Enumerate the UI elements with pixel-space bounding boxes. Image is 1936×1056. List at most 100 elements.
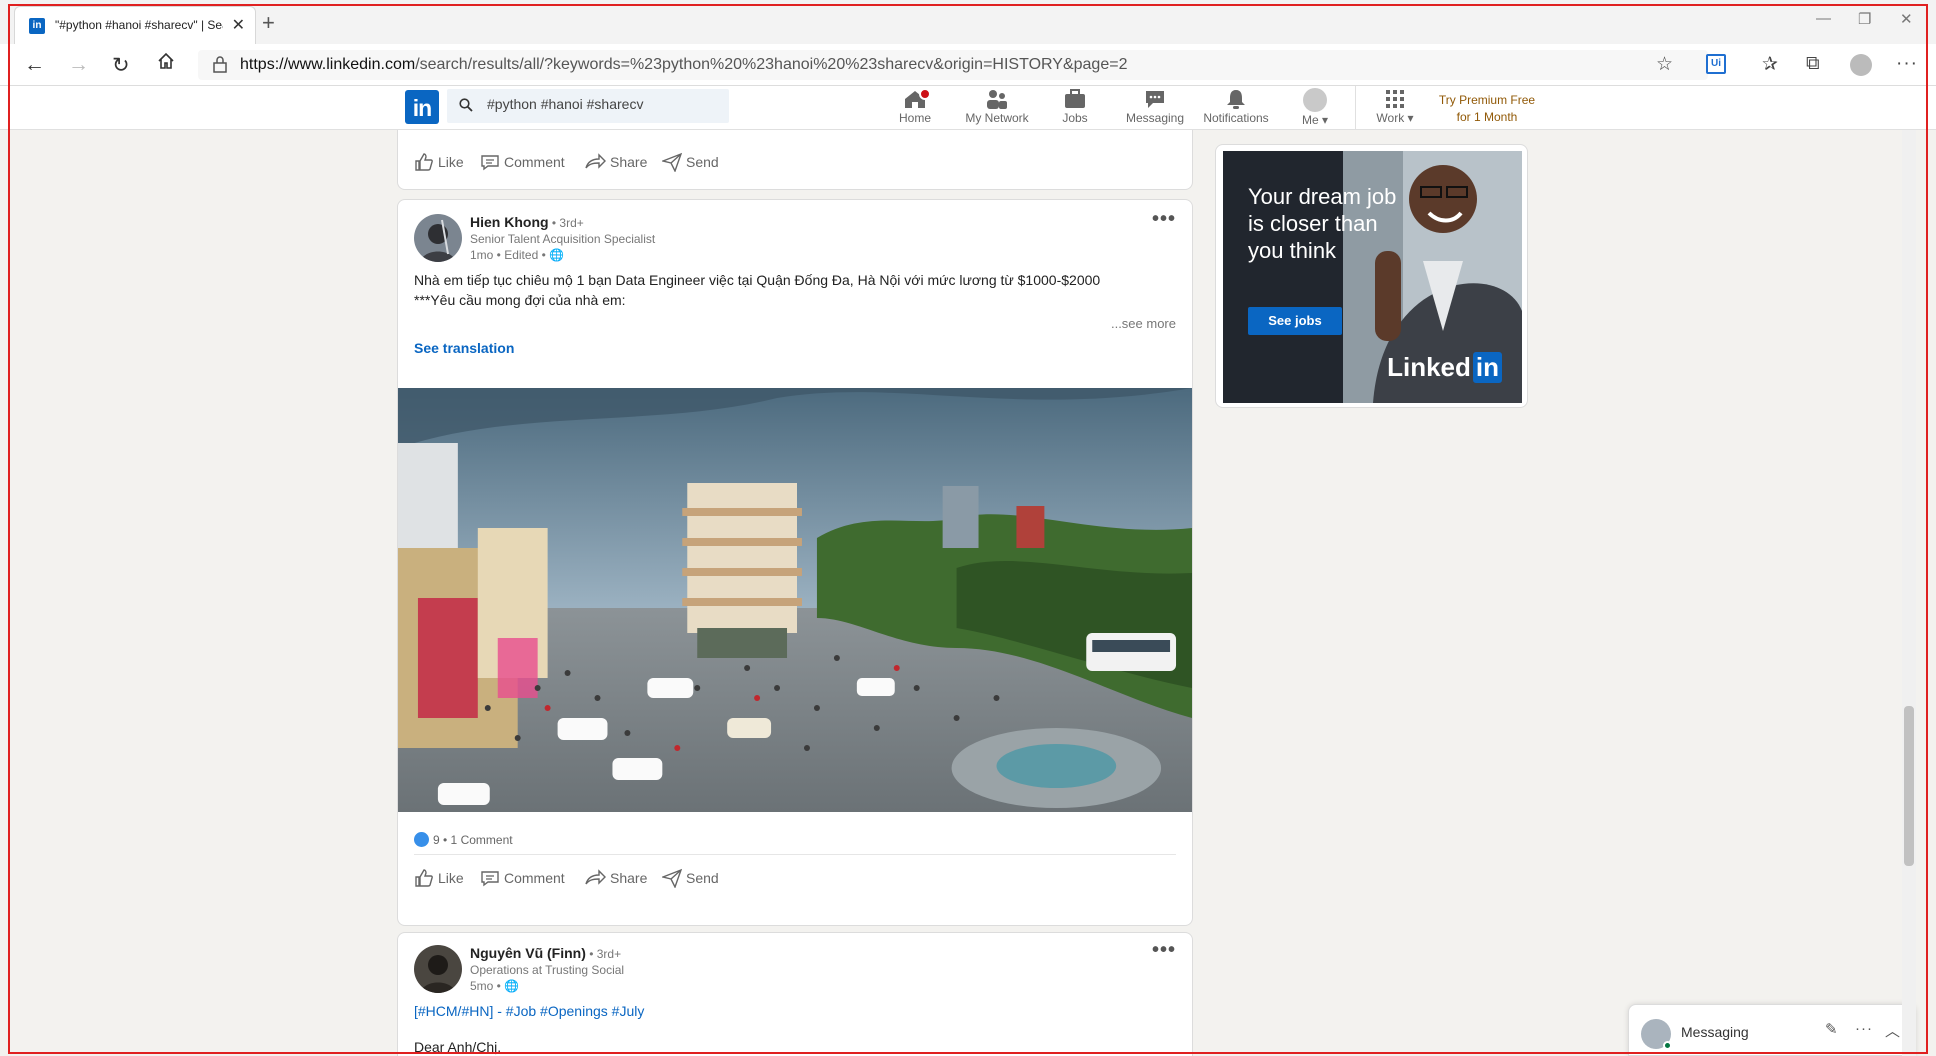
nav-my-network[interactable]: My Network: [962, 88, 1032, 128]
minimize-icon[interactable]: —: [1816, 10, 1831, 27]
tab-close-icon[interactable]: ✕: [232, 15, 245, 35]
compose-icon[interactable]: ✎: [1825, 1020, 1838, 1038]
me-avatar: [1303, 88, 1327, 112]
post-text-line1: Dear Anh/Chị,: [414, 1039, 502, 1055]
restore-icon[interactable]: ❐: [1858, 10, 1871, 28]
post-actions: Like Comment Share Send: [398, 146, 1192, 180]
ad-headline: Your dream job is closer than you think: [1248, 184, 1397, 263]
like-reaction-icon: [414, 832, 429, 847]
globe-icon: 🌐: [504, 979, 520, 993]
thumbs-up-icon: [415, 869, 433, 887]
caret-down-icon: ▾: [1321, 113, 1329, 127]
author-name[interactable]: Hien Khong • 3rd+: [470, 214, 584, 230]
search-box[interactable]: [447, 89, 729, 123]
back-arrow-icon[interactable]: ←: [24, 53, 45, 77]
messaging-icon: [1146, 91, 1164, 108]
post-options-icon[interactable]: •••: [1152, 208, 1176, 231]
post-text-line2: ***Yêu cầu mong đợi của nhà em:: [414, 292, 626, 308]
comment-icon: [481, 871, 499, 887]
messaging-options-icon[interactable]: ···: [1855, 1020, 1873, 1037]
author-name[interactable]: Nguyên Vũ (Finn) • 3rd+: [470, 945, 621, 961]
nav-messaging[interactable]: Messaging: [1126, 88, 1184, 128]
forward-arrow-icon[interactable]: →: [68, 53, 89, 77]
nav-jobs-label: Jobs: [1062, 111, 1088, 125]
comment-button[interactable]: Comment: [480, 152, 565, 174]
nav-me[interactable]: Me ▾: [1298, 88, 1332, 128]
post-image[interactable]: [398, 388, 1192, 812]
linkedin-logo-icon[interactable]: in: [405, 90, 439, 124]
post-text-line1: Nhà em tiếp tục chiêu mộ 1 bạn Data Engi…: [414, 272, 1101, 288]
send-button[interactable]: Send: [660, 152, 719, 174]
nav-notifications-label: Notifications: [1203, 111, 1269, 125]
messaging-label: Messaging: [1681, 1024, 1749, 1040]
online-status-dot: [1663, 1041, 1672, 1050]
linkedin-favicon-icon: in: [29, 18, 45, 34]
send-plane-icon: [660, 152, 683, 173]
share-button[interactable]: Share: [584, 868, 647, 890]
scrollbar-thumb[interactable]: [1904, 706, 1914, 866]
like-button[interactable]: Like: [414, 868, 464, 890]
page-scrollbar[interactable]: [1902, 86, 1916, 1056]
comment-icon: [481, 155, 499, 171]
ad-banner[interactable]: Your dream job is closer than you think …: [1223, 151, 1522, 403]
post-time: 1mo • Edited • 🌐: [470, 248, 565, 262]
home-icon[interactable]: [156, 51, 176, 77]
linkedin-ad-logo: Linked in: [1387, 352, 1502, 383]
post-options-icon[interactable]: •••: [1152, 939, 1176, 962]
post-card: Hien Khong • 3rd+ Senior Talent Acquisit…: [397, 199, 1193, 926]
share-arrow-icon: [585, 153, 606, 169]
nav-notifications[interactable]: Notifications: [1202, 88, 1270, 128]
nav-divider: [1355, 86, 1356, 130]
premium-link[interactable]: Try Premium Free for 1 Month: [1432, 92, 1542, 126]
author-headline: Senior Talent Acquisition Specialist: [470, 232, 656, 246]
social-counts[interactable]: 9 • 1 Comment: [414, 832, 513, 847]
search-icon: [459, 98, 473, 112]
browser-tab-strip: in "#python #hanoi #sharecv" | Sea ✕ + —…: [0, 0, 1936, 44]
network-icon: [987, 90, 1007, 109]
premium-line1: Try Premium Free: [1438, 93, 1536, 107]
chevron-up-icon[interactable]: ︿: [1885, 1020, 1900, 1041]
refresh-icon[interactable]: ↻: [112, 53, 130, 78]
tab-title: "#python #hanoi #sharecv" | Sea: [55, 18, 223, 32]
notification-badge: [919, 88, 931, 100]
window-close-icon[interactable]: ✕: [1900, 10, 1913, 28]
post-hashtags[interactable]: [#HCM/#HN] - #Job #Openings #July: [414, 1003, 644, 1019]
thumbs-up-icon: [415, 153, 433, 171]
counts-divider: [414, 854, 1176, 855]
nav-work[interactable]: Work ▾: [1372, 88, 1418, 128]
linkedin-header: in Home My Network Jobs Messaging Notifi…: [0, 86, 1936, 130]
messaging-bar[interactable]: Messaging ✎ ··· ︿: [1628, 1004, 1916, 1056]
browser-tab[interactable]: in "#python #hanoi #sharecv" | Sea ✕: [14, 6, 256, 44]
premium-line2: for 1 Month: [1456, 110, 1518, 124]
nav-me-label: Me: [1301, 113, 1319, 127]
search-input[interactable]: [487, 96, 717, 112]
author-avatar[interactable]: [414, 945, 462, 993]
nav-jobs[interactable]: Jobs: [1060, 88, 1090, 128]
author-avatar[interactable]: [414, 214, 462, 262]
see-more-link[interactable]: ...see more: [1111, 316, 1176, 331]
address-field[interactable]: https://www.linkedin.com/search/results/…: [198, 50, 1708, 80]
see-translation-link[interactable]: See translation: [414, 340, 514, 356]
send-plane-icon: [660, 868, 683, 889]
ui-extension-icon[interactable]: Ui: [1706, 54, 1726, 74]
favorites-list-icon[interactable]: ✰: [1762, 53, 1778, 76]
send-button[interactable]: Send: [660, 868, 719, 890]
comment-button[interactable]: Comment: [480, 868, 565, 890]
nav-work-label: Work: [1376, 111, 1405, 125]
like-button[interactable]: Like: [414, 152, 464, 174]
collections-icon[interactable]: ⧉: [1806, 53, 1820, 75]
author-headline: Operations at Trusting Social: [470, 963, 625, 977]
browser-profile-icon[interactable]: [1850, 54, 1872, 76]
see-jobs-button[interactable]: See jobs: [1248, 307, 1342, 335]
share-arrow-icon: [585, 869, 606, 885]
new-tab-icon[interactable]: +: [262, 10, 275, 36]
ad-card[interactable]: Your dream job is closer than you think …: [1215, 144, 1528, 408]
url-text: https://www.linkedin.com/search/results/…: [240, 56, 1128, 73]
nav-home[interactable]: Home: [898, 88, 932, 128]
share-button[interactable]: Share: [584, 152, 647, 174]
favorite-star-icon[interactable]: ☆: [1656, 53, 1673, 76]
lock-icon: [213, 56, 227, 73]
browser-menu-icon[interactable]: ···: [1896, 53, 1918, 75]
briefcase-icon: [1065, 89, 1085, 108]
caret-down-icon: ▾: [1407, 111, 1414, 125]
